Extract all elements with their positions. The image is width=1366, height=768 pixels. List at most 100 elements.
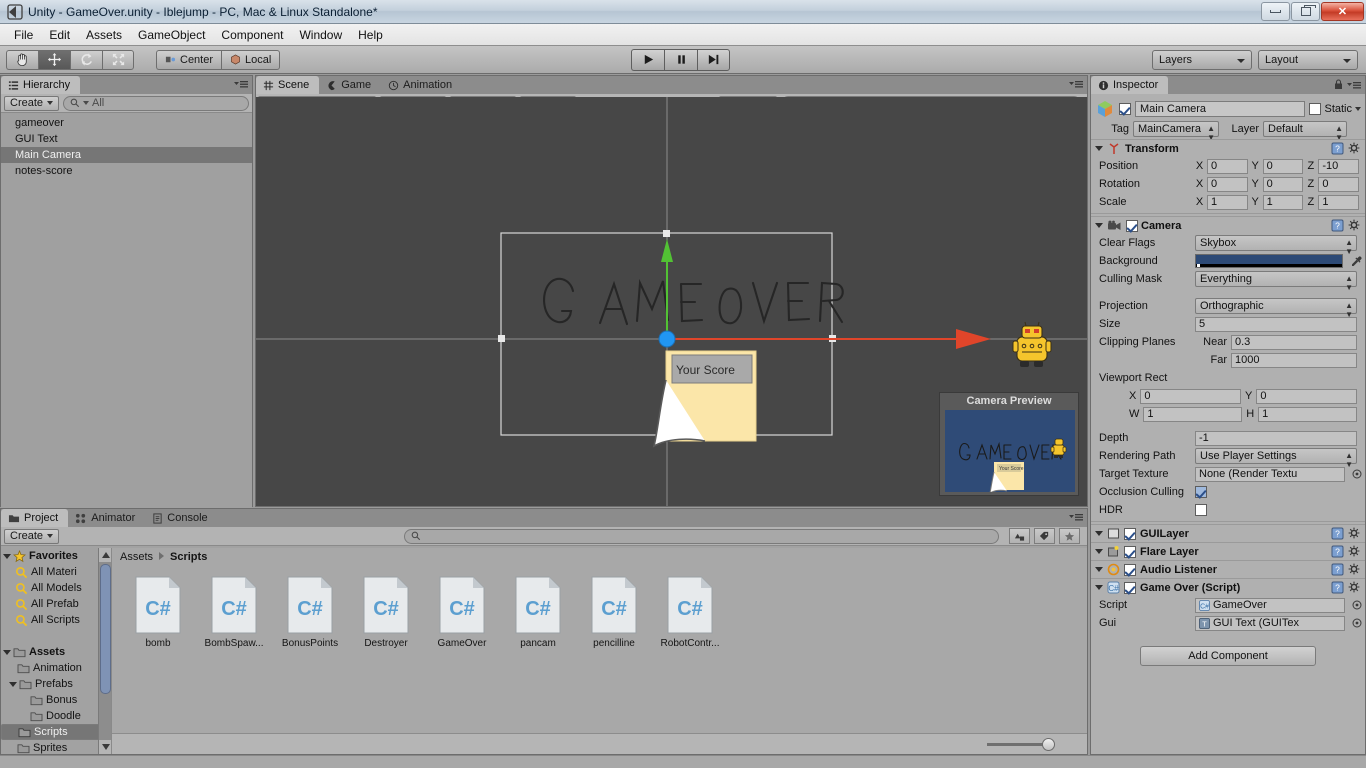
asset-item[interactable]: C# Destroyer	[360, 576, 412, 732]
project-search-input[interactable]	[404, 528, 999, 544]
tab-console[interactable]: Console	[145, 509, 217, 527]
scene-viewport[interactable]: Your Score Camera Preview Your Score	[256, 97, 1087, 506]
tree-item-animation[interactable]: Animation	[1, 660, 111, 676]
gameover-enabled-checkbox[interactable]	[1124, 581, 1136, 594]
close-button[interactable]: ✕	[1321, 2, 1364, 21]
hierarchy-search-input[interactable]: All	[63, 95, 249, 111]
tree-item-all-scripts[interactable]: All Scripts	[1, 612, 111, 628]
static-toggle[interactable]: Static	[1309, 102, 1361, 115]
eyedropper-icon[interactable]	[1347, 255, 1365, 268]
slider-knob[interactable]	[1042, 737, 1055, 751]
flarelayer-component-header[interactable]: Flare Layer ?	[1091, 542, 1365, 560]
tree-item-scripts[interactable]: Scripts	[1, 724, 111, 740]
position-y-input[interactable]: 0	[1262, 158, 1304, 174]
viewport-y-input[interactable]: 0	[1256, 388, 1357, 404]
tree-item-prefabs[interactable]: Prefabs	[1, 676, 111, 692]
hierarchy-item-gameover[interactable]: gameover	[1, 115, 252, 131]
pause-button[interactable]	[664, 48, 697, 71]
hierarchy-item-notes-score[interactable]: notes-score	[1, 163, 252, 179]
tab-inspector[interactable]: Inspector	[1091, 76, 1169, 94]
tree-item-favorites[interactable]: Favorites	[1, 548, 111, 564]
filter-by-type-button[interactable]	[1009, 528, 1030, 544]
inspector-tab-options[interactable]	[1334, 79, 1362, 90]
audiolistener-enabled-checkbox[interactable]	[1124, 563, 1136, 576]
tab-hierarchy[interactable]: Hierarchy	[1, 76, 81, 94]
culling-mask-dropdown[interactable]: Everything ▲ ▼	[1195, 271, 1357, 292]
layers-dropdown[interactable]: Layers	[1152, 49, 1252, 70]
scale-tool-button[interactable]	[102, 49, 134, 70]
rendering-path-dropdown[interactable]: Use Player Settings ▲ ▼	[1195, 448, 1357, 469]
hierarchy-tab-options[interactable]	[233, 79, 249, 89]
tree-item-all-materials[interactable]: All Materi	[1, 564, 111, 580]
menu-edit[interactable]: Edit	[41, 26, 78, 44]
hdr-checkbox[interactable]	[1195, 504, 1207, 516]
move-tool-button[interactable]	[38, 49, 70, 70]
object-enabled-checkbox[interactable]	[1119, 102, 1131, 115]
layer-dropdown[interactable]: Default ▲ ▼	[1263, 121, 1347, 142]
depth-input[interactable]: -1	[1195, 430, 1357, 446]
viewport-w-input[interactable]: 1	[1143, 406, 1243, 422]
hierarchy-create-button[interactable]: Create	[4, 95, 60, 111]
tree-item-bonus[interactable]: Bonus	[1, 692, 111, 708]
rotate-tool-button[interactable]	[70, 49, 102, 70]
viewport-h-input[interactable]: 1	[1258, 406, 1357, 422]
tree-item-assets[interactable]: Assets	[1, 644, 111, 660]
menu-window[interactable]: Window	[291, 26, 350, 44]
tree-item-doodle[interactable]: Doodle	[1, 708, 111, 724]
rotation-y-input[interactable]: 0	[1262, 176, 1304, 192]
project-create-button[interactable]: Create	[4, 528, 60, 544]
play-button[interactable]	[631, 48, 664, 71]
space-mode-button[interactable]: Local	[221, 49, 281, 70]
guilayer-component-header[interactable]: GUILayer ?	[1091, 524, 1365, 542]
tree-item-sprites[interactable]: Sprites	[1, 740, 111, 754]
transform-component-header[interactable]: Transform ?	[1091, 139, 1365, 157]
hierarchy-item-main-camera[interactable]: Main Camera	[1, 147, 252, 163]
projection-dropdown[interactable]: Orthographic ▲ ▼	[1195, 298, 1357, 319]
static-checkbox[interactable]	[1309, 102, 1322, 115]
filter-by-label-button[interactable]	[1034, 528, 1055, 544]
camera-component-header[interactable]: Camera ?	[1091, 216, 1365, 234]
chevron-down-icon[interactable]	[1095, 549, 1103, 554]
scale-z-input[interactable]: 1	[1318, 194, 1360, 210]
tab-animator[interactable]: Animator	[68, 509, 145, 527]
menu-help[interactable]: Help	[350, 26, 391, 44]
hand-tool-button[interactable]	[6, 49, 38, 70]
chevron-down-icon[interactable]	[1095, 531, 1103, 536]
far-input[interactable]: 1000	[1231, 352, 1357, 368]
target-texture-field[interactable]: None (Render Textu	[1195, 466, 1345, 482]
background-color-swatch[interactable]	[1195, 254, 1343, 268]
icon-size-slider[interactable]	[987, 737, 1055, 751]
rotation-x-input[interactable]: 0	[1207, 176, 1248, 192]
size-input[interactable]: 5	[1195, 316, 1357, 332]
viewport-x-input[interactable]: 0	[1140, 388, 1241, 404]
pivot-mode-button[interactable]: Center	[156, 49, 222, 70]
asset-item[interactable]: C# pancam	[512, 576, 564, 732]
position-z-input[interactable]: -10	[1318, 158, 1360, 174]
tab-animation[interactable]: Animation	[381, 76, 462, 94]
menu-gameobject[interactable]: GameObject	[130, 26, 213, 44]
object-name-input[interactable]: Main Camera	[1135, 100, 1306, 117]
rotation-z-input[interactable]: 0	[1318, 176, 1360, 192]
object-picker-icon[interactable]	[1349, 469, 1365, 479]
tree-item-all-prefabs[interactable]: All Prefab	[1, 596, 111, 612]
add-component-button[interactable]: Add Component	[1140, 646, 1316, 666]
audiolistener-component-header[interactable]: Audio Listener ?	[1091, 560, 1365, 578]
chevron-down-icon[interactable]	[1095, 567, 1103, 572]
menu-file[interactable]: File	[6, 26, 41, 44]
project-tab-options[interactable]	[1068, 512, 1084, 522]
menu-component[interactable]: Component	[213, 26, 291, 44]
step-button[interactable]	[697, 48, 730, 71]
object-picker-icon[interactable]	[1349, 618, 1365, 628]
guilayer-enabled-checkbox[interactable]	[1124, 527, 1136, 540]
tab-scene[interactable]: Scene	[256, 76, 320, 94]
near-input[interactable]: 0.3	[1231, 334, 1357, 350]
asset-item[interactable]: C# pencilline	[588, 576, 640, 732]
favorite-button[interactable]	[1059, 528, 1080, 544]
clear-flags-dropdown[interactable]: Skybox ▲ ▼	[1195, 235, 1357, 256]
tab-game[interactable]: Game	[319, 76, 381, 94]
asset-item[interactable]: C# BonusPoints	[282, 576, 338, 732]
chevron-down-icon[interactable]	[1095, 146, 1103, 151]
flarelayer-enabled-checkbox[interactable]	[1124, 545, 1136, 558]
asset-item[interactable]: C# GameOver	[436, 576, 488, 732]
asset-item[interactable]: C# BombSpaw...	[205, 576, 263, 732]
